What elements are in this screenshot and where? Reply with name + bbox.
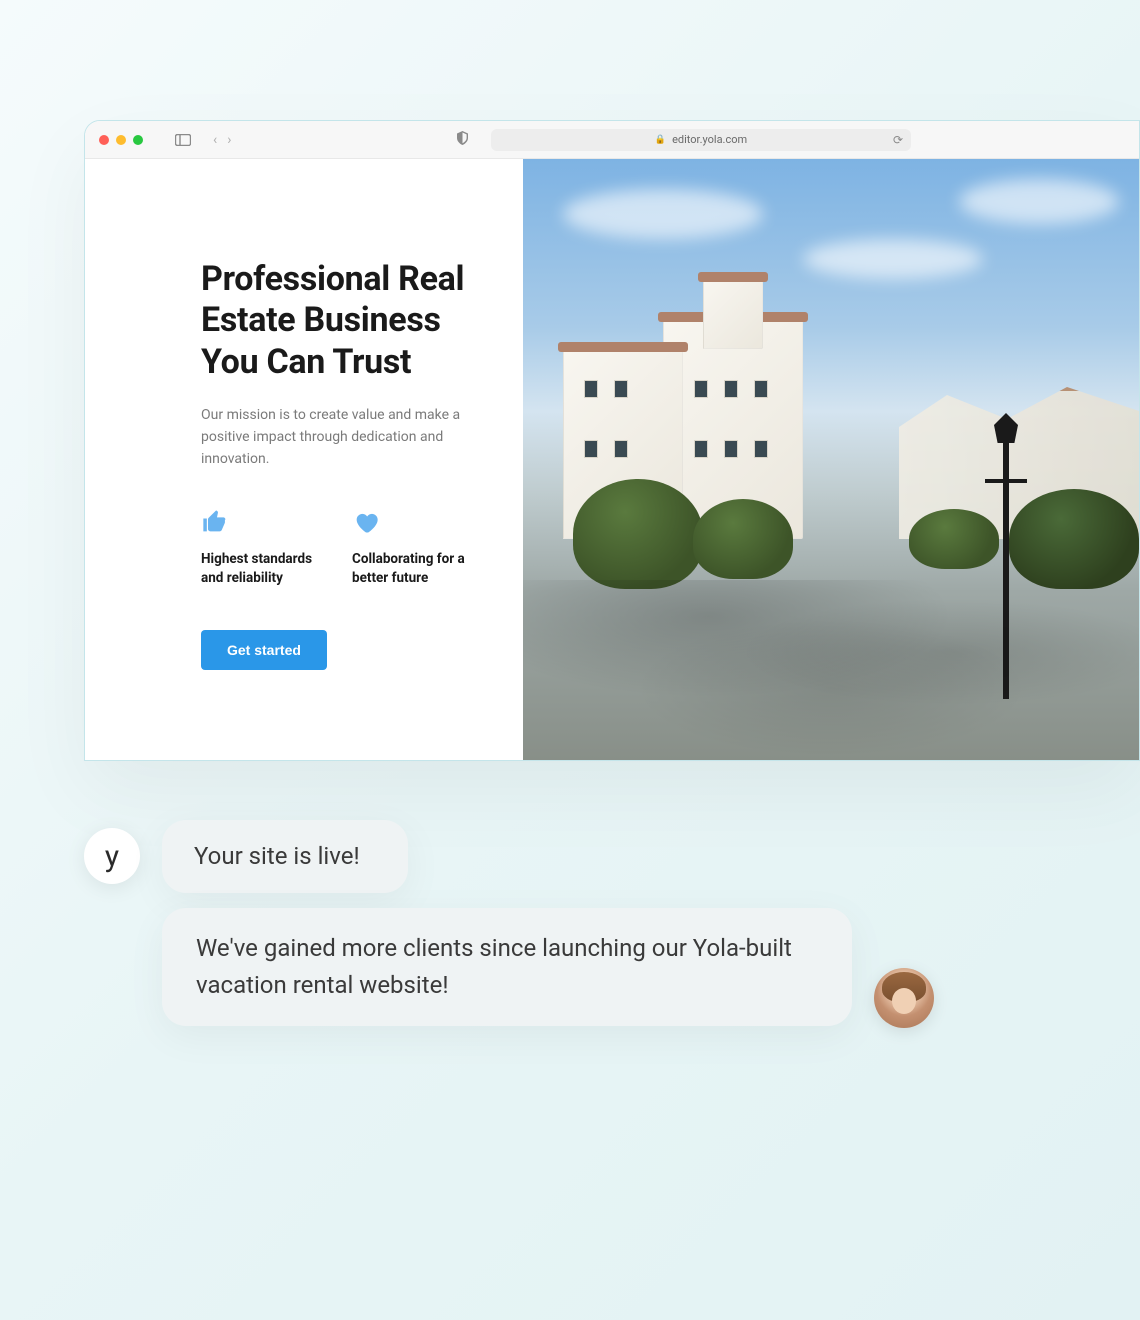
yola-avatar: y [84,828,140,884]
forward-button[interactable]: › [227,132,231,148]
lock-icon: 🔒 [655,135,666,145]
feature-collaboration: Collaborating for a better future [352,508,473,588]
hero-text-column: Professional Real Estate Business You Ca… [85,159,523,760]
feature-label: Highest standards and reliability [201,550,322,588]
get-started-button[interactable]: Get started [201,630,327,670]
url-bar[interactable]: 🔒 editor.yola.com ⟳ [491,129,911,151]
feature-row: Highest standards and reliability Collab… [201,508,473,588]
bubble-text: We've gained more clients since launchin… [196,934,792,999]
feature-standards: Highest standards and reliability [201,508,322,588]
chat-bubble-user: We've gained more clients since launchin… [162,908,852,1026]
back-button[interactable]: ‹ [213,132,217,148]
thumb-up-icon [201,508,229,536]
hero-image [523,159,1139,760]
window-controls [99,135,143,145]
browser-chrome: ‹ › 🔒 editor.yola.com ⟳ [85,121,1139,159]
mission-text: Our mission is to create value and make … [201,405,473,470]
close-window-icon[interactable] [99,135,109,145]
maximize-window-icon[interactable] [133,135,143,145]
sidebar-toggle-icon[interactable] [175,134,191,146]
feature-label: Collaborating for a better future [352,550,473,588]
bubble-text: Your site is live! [194,842,360,870]
url-text: editor.yola.com [672,133,747,146]
privacy-shield-icon[interactable] [456,130,469,149]
nav-arrows: ‹ › [213,132,231,148]
villa-photo [523,159,1139,760]
yola-logo-letter: y [105,839,119,874]
page-headline: Professional Real Estate Business You Ca… [201,259,473,383]
browser-window: ‹ › 🔒 editor.yola.com ⟳ Professional Rea… [84,120,1140,761]
heart-icon [352,508,380,536]
chat-bubble-system: Your site is live! [162,820,408,893]
minimize-window-icon[interactable] [116,135,126,145]
user-avatar [874,968,934,1028]
reload-icon[interactable]: ⟳ [893,133,903,147]
page-content: Professional Real Estate Business You Ca… [85,159,1139,760]
